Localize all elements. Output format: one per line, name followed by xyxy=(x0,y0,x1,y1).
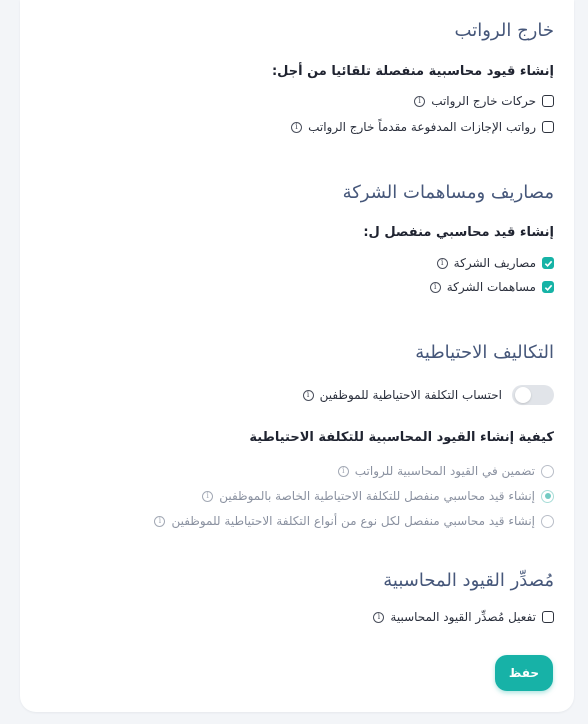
provisions-toggle-row[interactable]: احتساب التكلفة الاحتياطية للموظفين i xyxy=(302,385,554,405)
off-payroll-subheading: إنشاء قيود محاسبية منفصلة تلقائيا من أجل… xyxy=(271,64,554,79)
section-title-off-payroll: خارج الرواتب xyxy=(454,20,554,41)
section-title-company-costs: مصاريف ومساهمات الشركة xyxy=(342,182,554,203)
section-title-exporter: مُصدِّر القيود المحاسبية xyxy=(383,570,554,591)
settings-card: خارج الرواتب إنشاء قيود محاسبية منفصلة ت… xyxy=(20,0,574,712)
toggle-knob xyxy=(515,387,531,403)
radio-button-selected[interactable] xyxy=(541,489,554,503)
info-icon[interactable]: i xyxy=(414,95,426,107)
off-payroll-option-label: حركات خارج الرواتب xyxy=(431,94,536,108)
off-payroll-option-vacation-salaries[interactable]: رواتب الإجازات المدفوعة مقدماً خارج الرو… xyxy=(291,117,554,137)
checkbox[interactable] xyxy=(542,121,554,133)
provisions-option-per-type[interactable]: إنشاء قيد محاسبي منفصل لكل نوع من أنواع … xyxy=(154,511,554,531)
exporter-option-label: تفعيل مُصدِّر القيود المحاسبية xyxy=(390,610,536,624)
radio-button[interactable] xyxy=(541,514,554,528)
provisions-option-label: تضمين في القيود المحاسبية للرواتب xyxy=(354,464,535,478)
info-icon[interactable]: i xyxy=(202,490,214,502)
info-icon[interactable]: i xyxy=(154,515,166,527)
exporter-option-enable[interactable]: تفعيل مُصدِّر القيود المحاسبية i xyxy=(373,607,554,627)
provisions-option-include[interactable]: تضمين في القيود المحاسبية للرواتب i xyxy=(337,461,554,481)
checkbox[interactable] xyxy=(542,95,554,107)
company-costs-option-contributions[interactable]: مساهمات الشركة i xyxy=(429,277,554,297)
info-icon[interactable]: i xyxy=(373,611,385,623)
company-costs-option-expenses[interactable]: مصاريف الشركة i xyxy=(436,253,554,273)
info-icon[interactable]: i xyxy=(302,389,314,401)
company-costs-option-label: مصاريف الشركة xyxy=(453,256,536,270)
info-icon[interactable]: i xyxy=(429,281,441,293)
checkbox-checked[interactable] xyxy=(542,281,554,293)
checkbox[interactable] xyxy=(542,611,554,623)
provisions-subheading: كيفية إنشاء القيود المحاسبية للتكلفة الا… xyxy=(249,430,554,445)
info-icon[interactable]: i xyxy=(337,465,349,477)
save-button[interactable]: حفظ xyxy=(495,655,553,691)
info-icon[interactable]: i xyxy=(291,121,303,133)
radio-button[interactable] xyxy=(541,464,554,478)
info-icon[interactable]: i xyxy=(436,257,448,269)
checkbox-checked[interactable] xyxy=(542,257,554,269)
off-payroll-option-transactions[interactable]: حركات خارج الرواتب i xyxy=(414,91,554,111)
company-costs-option-label: مساهمات الشركة xyxy=(446,280,536,294)
provisions-option-label: إنشاء قيد محاسبي منفصل للتكلفة الاحتياطي… xyxy=(219,489,535,503)
off-payroll-option-label: رواتب الإجازات المدفوعة مقدماً خارج الرو… xyxy=(308,120,536,134)
section-title-provisions: التكاليف الاحتياطية xyxy=(415,342,554,363)
company-costs-subheading: إنشاء قيد محاسبي منفصل ل: xyxy=(363,225,554,240)
provisions-option-separate[interactable]: إنشاء قيد محاسبي منفصل للتكلفة الاحتياطي… xyxy=(202,486,554,506)
provisions-toggle-label: احتساب التكلفة الاحتياطية للموظفين xyxy=(319,388,502,402)
provisions-toggle[interactable] xyxy=(512,385,554,405)
provisions-option-label: إنشاء قيد محاسبي منفصل لكل نوع من أنواع … xyxy=(171,514,535,528)
